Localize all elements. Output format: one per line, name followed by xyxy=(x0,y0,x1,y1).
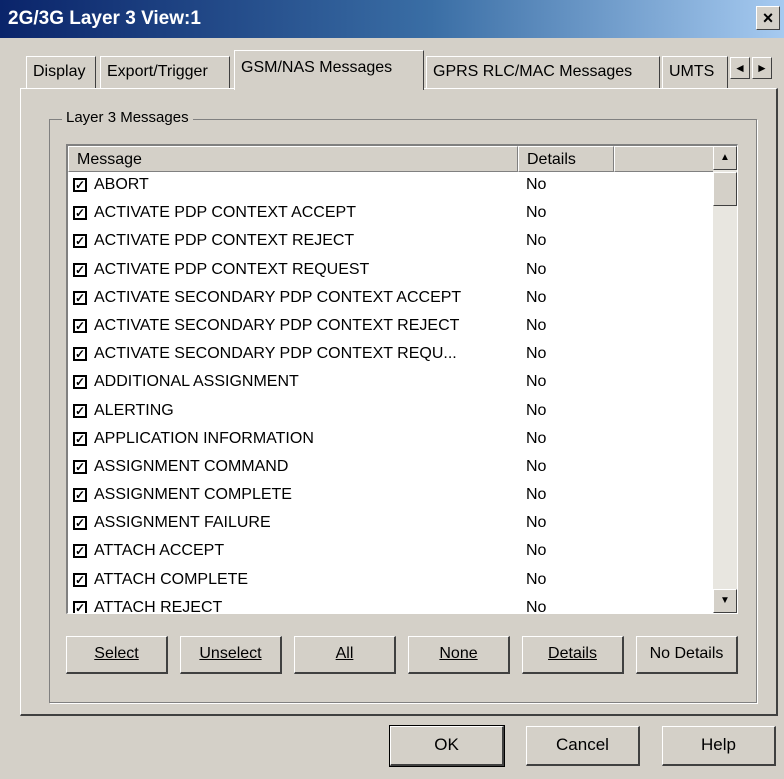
list-rows: ✓ ABORT No ✓ ACTIVATE PDP CONTEXT ACCEPT No ✓ A… xyxy=(68,172,714,614)
none-button[interactable]: None xyxy=(408,636,510,674)
message-label: ABORT xyxy=(94,176,149,193)
scroll-thumb[interactable] xyxy=(713,172,737,206)
details-value: No xyxy=(526,486,547,504)
tab-scroll-right-icon[interactable]: ► xyxy=(752,57,772,79)
select-button[interactable]: Select xyxy=(66,636,168,674)
column-header-message[interactable]: Message xyxy=(68,146,518,172)
list-item[interactable]: ✓ ACTIVATE PDP CONTEXT REQUEST No xyxy=(68,257,714,285)
checkbox[interactable]: ✓ xyxy=(73,347,87,362)
cancel-button[interactable]: Cancel xyxy=(526,726,640,766)
details-value: No xyxy=(526,316,547,334)
details-value: No xyxy=(526,176,547,193)
list-header: Message Details xyxy=(68,146,714,172)
checkbox[interactable]: ✓ xyxy=(73,600,87,613)
list-item[interactable]: ✓ ATTACH COMPLETE No xyxy=(68,567,714,595)
checkbox[interactable]: ✓ xyxy=(73,572,87,587)
details-value: No xyxy=(526,542,547,560)
tab-panel: Layer 3 Messages Message Details ✓ ABORT N… xyxy=(20,88,778,716)
message-label: ACTIVATE SECONDARY PDP CONTEXT REJECT xyxy=(94,316,460,334)
layer3-messages-group: Layer 3 Messages Message Details ✓ ABORT N… xyxy=(49,109,757,703)
list-item[interactable]: ✓ ASSIGNMENT FAILURE No xyxy=(68,510,714,538)
close-icon[interactable]: × xyxy=(756,6,780,30)
checkbox[interactable]: ✓ xyxy=(73,178,87,192)
column-header-empty xyxy=(614,146,714,172)
details-button[interactable]: Details xyxy=(522,636,624,674)
details-value: No xyxy=(526,288,547,306)
tab-gsm-nas-messages[interactable]: GSM/NAS Messages xyxy=(234,50,424,90)
message-label: ADDITIONAL ASSIGNMENT xyxy=(94,373,299,391)
list-item[interactable]: ✓ ACTIVATE PDP CONTEXT ACCEPT No xyxy=(68,200,714,228)
list-item[interactable]: ✓ ACTIVATE SECONDARY PDP CONTEXT REQU... N… xyxy=(68,341,714,369)
list-item[interactable]: ✓ ACTIVATE PDP CONTEXT REJECT No xyxy=(68,228,714,256)
message-label: ACTIVATE PDP CONTEXT REJECT xyxy=(94,232,355,250)
message-label: ATTACH ACCEPT xyxy=(94,542,225,560)
list-item[interactable]: ✓ ABORT No xyxy=(68,172,714,200)
details-value: No xyxy=(526,429,547,447)
checkbox[interactable]: ✓ xyxy=(73,488,87,503)
list-item[interactable]: ✓ ADDITIONAL ASSIGNMENT No xyxy=(68,369,714,397)
checkbox[interactable]: ✓ xyxy=(73,431,87,446)
checkbox[interactable]: ✓ xyxy=(73,403,87,418)
details-value: No xyxy=(526,570,547,588)
message-label: ACTIVATE SECONDARY PDP CONTEXT REQU... xyxy=(94,345,457,363)
details-value: No xyxy=(526,204,547,222)
tab-scroll-left-icon[interactable]: ◄ xyxy=(730,57,750,79)
title-bar: 2G/3G Layer 3 View:1 × xyxy=(0,0,784,38)
tab-export-trigger[interactable]: Export/Trigger xyxy=(100,56,230,88)
group-label: Layer 3 Messages xyxy=(62,109,193,126)
ok-button[interactable]: OK xyxy=(389,725,505,767)
checkbox[interactable]: ✓ xyxy=(73,318,87,333)
checkbox[interactable]: ✓ xyxy=(73,206,87,221)
scroll-up-icon[interactable]: ▲ xyxy=(713,146,737,170)
message-label: ATTACH REJECT xyxy=(94,598,223,614)
message-label: APPLICATION INFORMATION xyxy=(94,429,314,447)
checkbox[interactable]: ✓ xyxy=(73,234,87,249)
details-value: No xyxy=(526,457,547,475)
message-label: ASSIGNMENT FAILURE xyxy=(94,514,271,532)
message-list[interactable]: Message Details ✓ ABORT No ✓ ACTIVATE PDP CO… xyxy=(66,144,738,614)
details-value: No xyxy=(526,514,547,532)
list-item[interactable]: ✓ ATTACH REJECT No xyxy=(68,595,714,614)
list-item[interactable]: ✓ ATTACH ACCEPT No xyxy=(68,538,714,566)
checkbox[interactable]: ✓ xyxy=(73,459,87,474)
message-label: ACTIVATE PDP CONTEXT ACCEPT xyxy=(94,204,356,222)
vertical-scrollbar[interactable]: ▲ ▼ xyxy=(713,146,737,613)
message-label: ACTIVATE SECONDARY PDP CONTEXT ACCEPT xyxy=(94,288,462,306)
list-item[interactable]: ✓ ASSIGNMENT COMPLETE No xyxy=(68,482,714,510)
scroll-down-icon[interactable]: ▼ xyxy=(713,589,737,613)
details-value: No xyxy=(526,373,547,391)
list-item[interactable]: ✓ ACTIVATE SECONDARY PDP CONTEXT ACCEPT No xyxy=(68,285,714,313)
message-label: ASSIGNMENT COMMAND xyxy=(94,457,289,475)
message-label: ACTIVATE PDP CONTEXT REQUEST xyxy=(94,260,370,278)
message-label: ATTACH COMPLETE xyxy=(94,570,249,588)
unselect-button[interactable]: Unselect xyxy=(180,636,282,674)
list-item[interactable]: ✓ APPLICATION INFORMATION No xyxy=(68,426,714,454)
list-item[interactable]: ✓ ASSIGNMENT COMMAND No xyxy=(68,454,714,482)
checkbox[interactable]: ✓ xyxy=(73,375,87,390)
message-label: ALERTING xyxy=(94,401,174,419)
details-value: No xyxy=(526,598,547,614)
details-value: No xyxy=(526,345,547,363)
all-button[interactable]: All xyxy=(294,636,396,674)
checkbox[interactable]: ✓ xyxy=(73,262,87,277)
tab-gprs-rlc-mac-messages[interactable]: GPRS RLC/MAC Messages xyxy=(426,56,660,88)
details-value: No xyxy=(526,401,547,419)
help-button[interactable]: Help xyxy=(662,726,776,766)
details-value: No xyxy=(526,260,547,278)
details-value: No xyxy=(526,232,547,250)
list-item[interactable]: ✓ ALERTING No xyxy=(68,398,714,426)
list-item[interactable]: ✓ ACTIVATE SECONDARY PDP CONTEXT REJECT No xyxy=(68,313,714,341)
checkbox[interactable]: ✓ xyxy=(73,544,87,559)
window-title: 2G/3G Layer 3 View:1 xyxy=(8,8,201,29)
tab-umts[interactable]: UMTS xyxy=(662,56,728,88)
column-header-details[interactable]: Details xyxy=(518,146,614,172)
message-label: ASSIGNMENT COMPLETE xyxy=(94,486,292,504)
tab-display[interactable]: Display xyxy=(26,56,96,88)
checkbox[interactable]: ✓ xyxy=(73,516,87,531)
checkbox[interactable]: ✓ xyxy=(73,290,87,305)
no-details-button[interactable]: No Details xyxy=(636,636,738,674)
